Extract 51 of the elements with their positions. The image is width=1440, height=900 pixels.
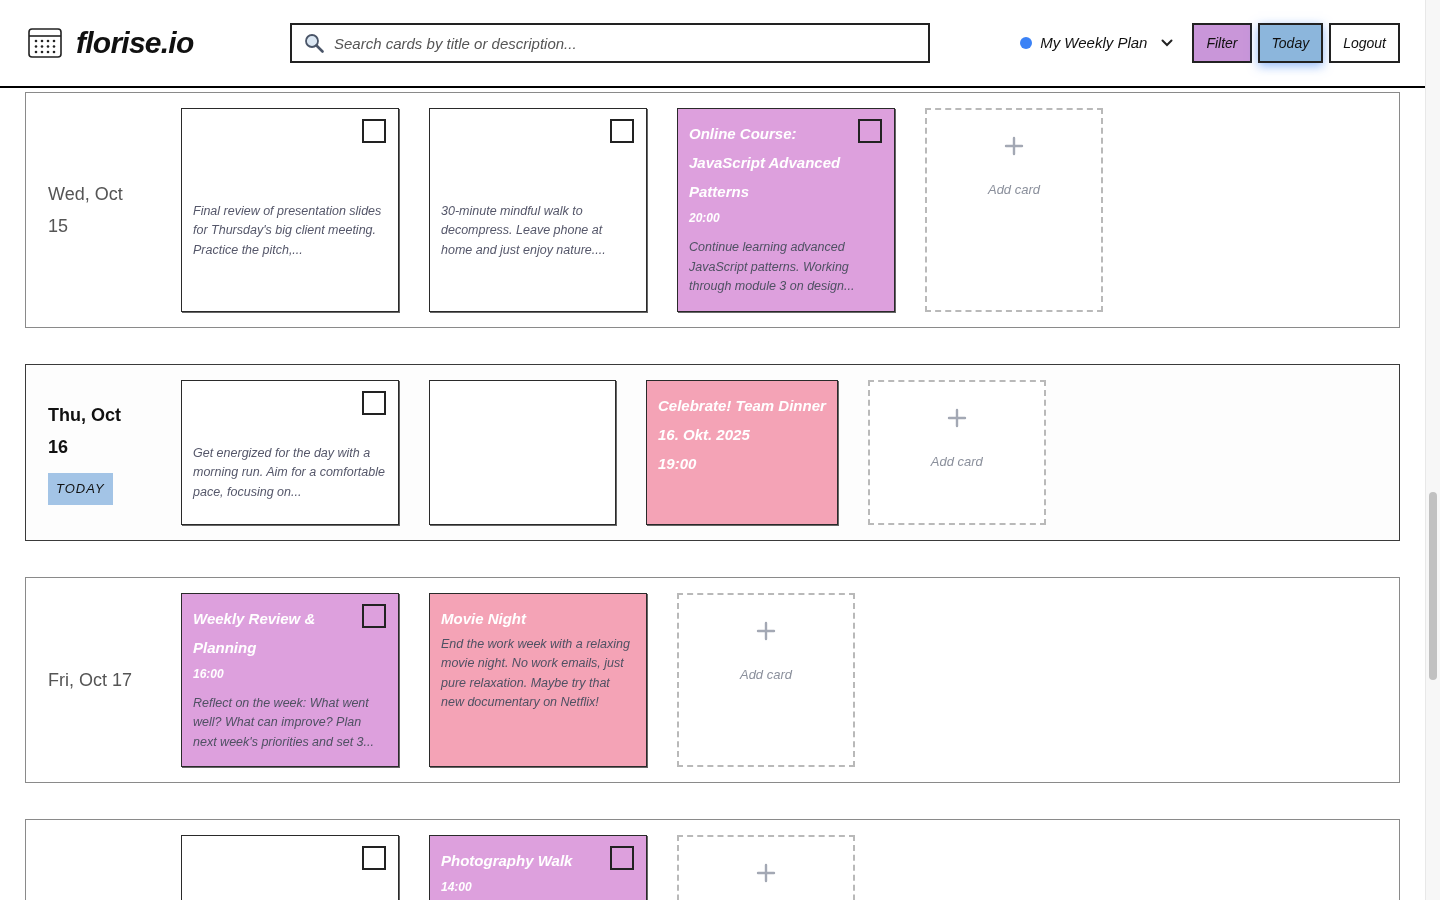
checkbox[interactable] — [362, 390, 386, 415]
logo-text: florise.io — [76, 28, 194, 58]
checkbox[interactable] — [858, 119, 882, 143]
day-label: Fri, Oct 17 — [48, 668, 132, 692]
add-card-button[interactable]: Add card — [925, 108, 1103, 312]
plus-icon — [756, 863, 776, 883]
plus-icon — [756, 620, 776, 641]
card-description: Final review of presentation slides for Thursday's big client meeting. Practice the pitch,... — [193, 202, 383, 259]
plus-icon — [1004, 136, 1024, 156]
today-badge: TODAY — [48, 473, 113, 505]
card-description: 30-minute mindful walk to decompress. Leave phone at home and just enjoy nature.... — [441, 202, 607, 259]
checkbox[interactable] — [610, 119, 634, 143]
header-button[interactable]: Filter — [1192, 23, 1252, 63]
note-card[interactable]: Weekly Review & Planning 16:00 Reflect on the week: What went well? What can improve? Plan next week's priorities and set 3... — [181, 592, 399, 767]
note-card[interactable]: Online Course: JavaScript Advanced Patterns 20:00 Continue learning advanced JavaScript patterns. Working through module 3 on design... — [677, 108, 895, 312]
search-icon — [304, 33, 324, 53]
search-field[interactable]: Search cards by title or description... — [290, 23, 930, 63]
note-card[interactable]: Get energized for the day with a morning run. Aim for a comfortable pace, focusing on... — [181, 379, 399, 525]
plus-icon — [946, 407, 967, 428]
card-detail: 19:00 — [658, 453, 697, 474]
add-card-button[interactable]: Add card — [867, 379, 1046, 525]
card-description: End the work week with a relaxing movie night. No work emails, just pure relaxation. Maybe try that new documentary on Netflix! — [441, 635, 631, 711]
note-card[interactable]: Movie Night End the work week with a relaxing movie night. No work emails, just pure relaxation. Maybe try that new documentary on Netflix! — [429, 592, 647, 767]
calendar-icon — [28, 28, 62, 58]
card-title: Movie Night — [441, 608, 526, 629]
chevron-down-icon — [1161, 39, 1174, 47]
add-card-button[interactable]: Add card — [677, 592, 855, 767]
day-label: Thu, Oct 16 — [48, 404, 122, 459]
card-title: Photography Walk — [441, 851, 573, 871]
card-description: Continue learning advanced JavaScript patterns. Working through module 3 on design... — [689, 239, 856, 295]
card-title: Celebrate! Team Dinner — [658, 395, 826, 416]
header-button[interactable]: Logout — [1329, 23, 1400, 63]
card-time: 14:00 — [441, 879, 472, 896]
card-time: 16:00 — [193, 665, 224, 683]
card-time: 20:00 — [689, 210, 720, 227]
day-label: Wed, Oct 15 — [48, 182, 124, 238]
note-card[interactable] — [429, 379, 616, 525]
card-description: Get energized for the day with a morning run. Aim for a comfortable pace, focusing on... — [193, 444, 386, 501]
note-card[interactable]: 30-minute mindful walk to decompress. Leave phone at home and just enjoy nature.... — [429, 108, 647, 312]
card-detail: 16. Okt. 2025 — [658, 424, 750, 445]
checkbox[interactable] — [362, 846, 386, 870]
checkbox[interactable] — [362, 119, 386, 143]
checkbox[interactable] — [610, 846, 634, 870]
plan-selector[interactable]: My Weekly Plan — [1020, 31, 1174, 55]
header-button[interactable]: Today — [1257, 23, 1324, 63]
card-title: Online Course: JavaScript Advanced Patterns — [689, 124, 842, 202]
card-title: Weekly Review & Planning — [193, 608, 317, 658]
card-description: Reflect on the week: What went well? What can improve? Plan next week's priorities and set 3... — [193, 694, 375, 751]
checkbox[interactable] — [362, 603, 386, 628]
note-card[interactable]: Final review of presentation slides for Thursday's big client meeting. Practice the pitch,... — [181, 108, 399, 312]
scrollbar-thumb[interactable] — [1429, 492, 1437, 680]
